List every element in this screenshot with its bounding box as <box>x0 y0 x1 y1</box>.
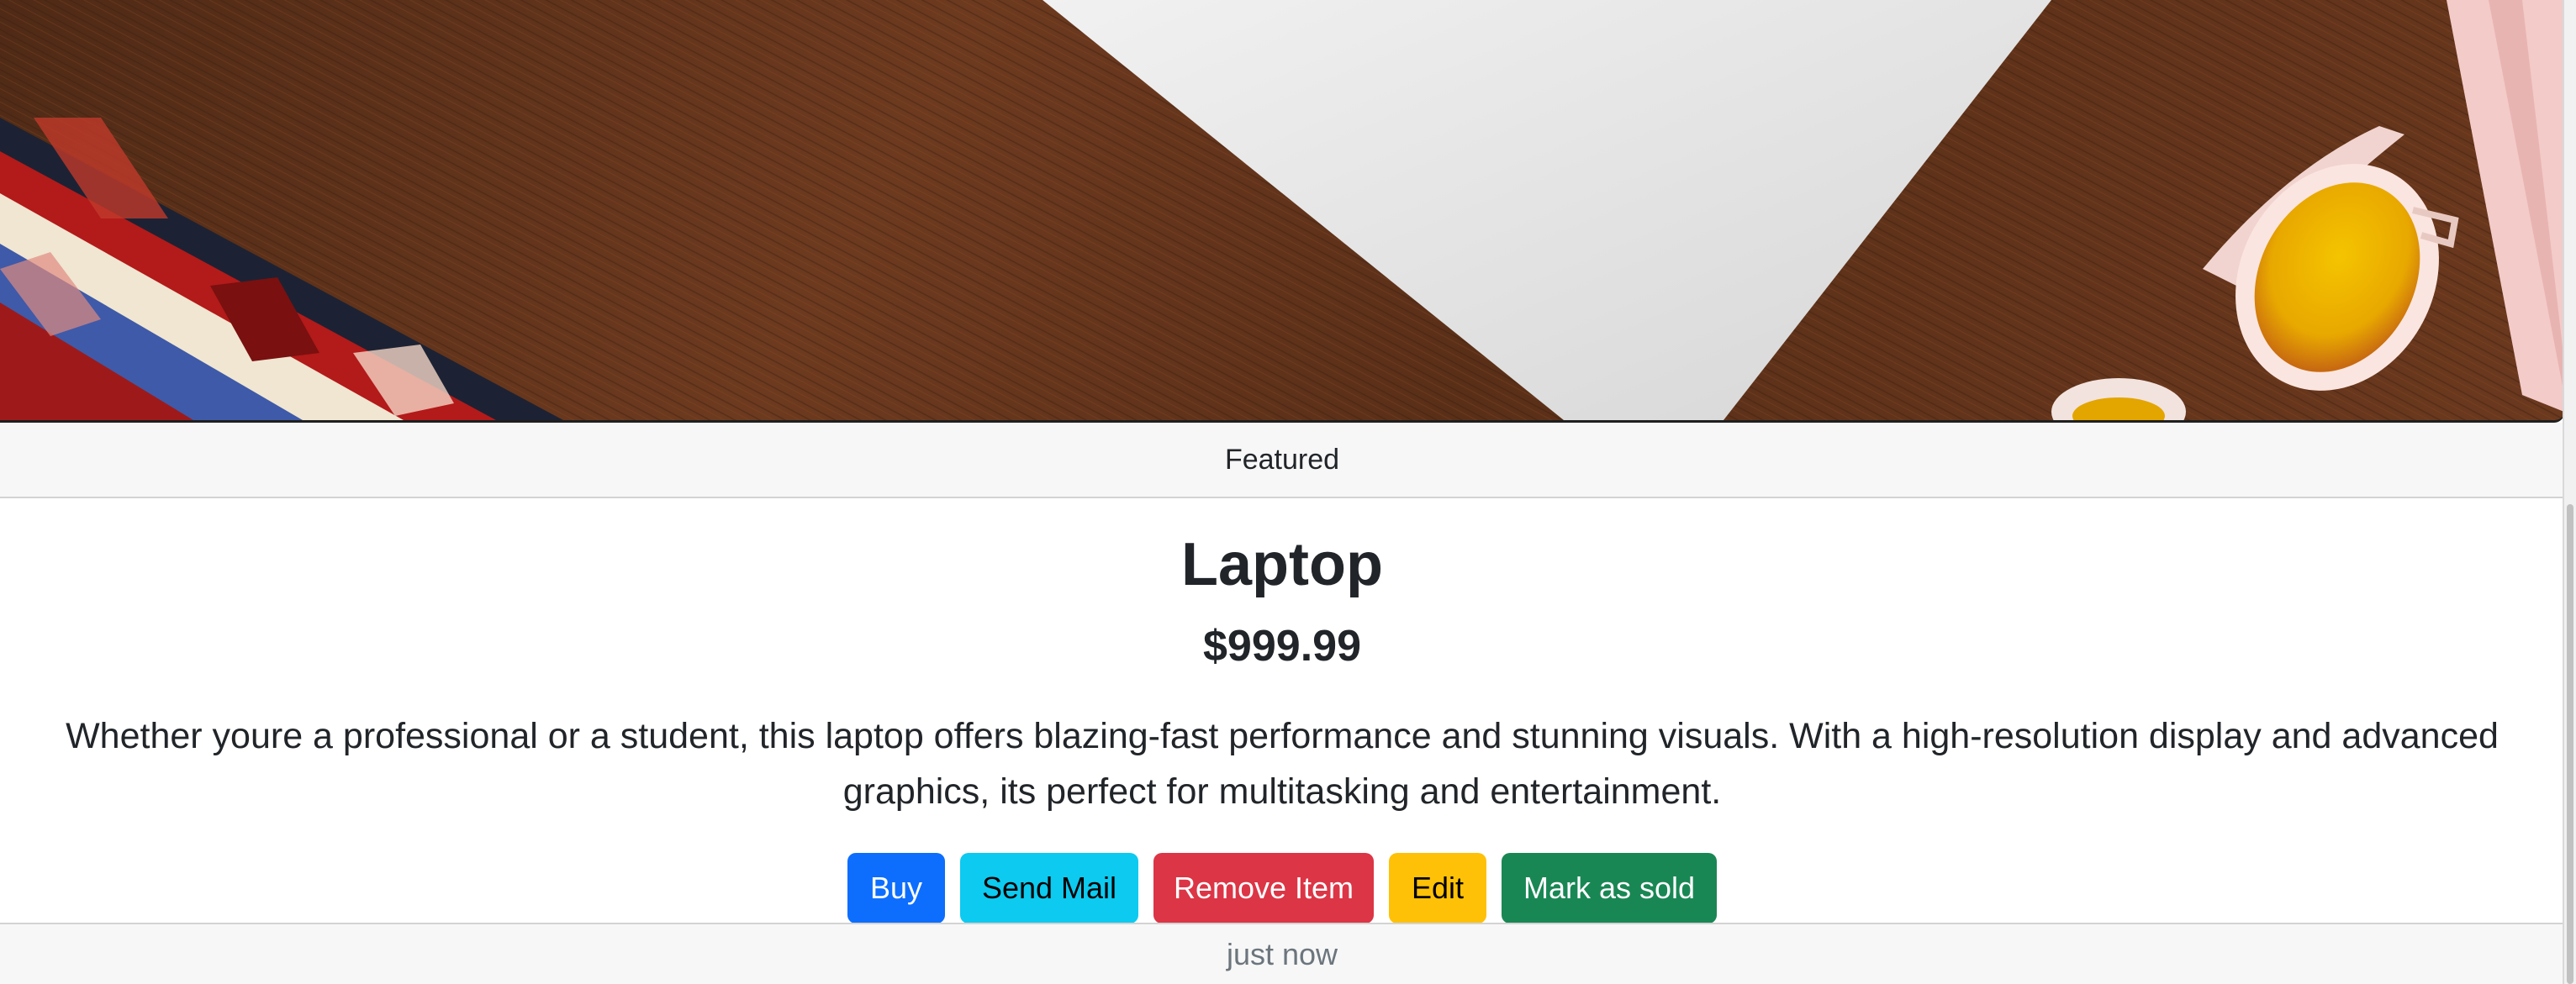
card-footer-timestamp: just now <box>0 923 2563 984</box>
action-buttons: Buy Send Mail Remove Item Edit Mark as s… <box>0 853 2563 923</box>
edit-button[interactable]: Edit <box>1389 853 1486 923</box>
mark-as-sold-button[interactable]: Mark as sold <box>1502 853 1717 923</box>
send-mail-button[interactable]: Send Mail <box>960 853 1138 923</box>
remove-item-button[interactable]: Remove Item <box>1153 853 1374 923</box>
buy-button[interactable]: Buy <box>847 853 945 923</box>
product-description: Whether youre a professional or a studen… <box>66 716 2499 812</box>
product-title: Laptop <box>1181 531 1383 598</box>
product-price: $999.99 <box>1203 622 1361 671</box>
product-image <box>0 0 2563 423</box>
product-card: Featured Laptop $999.99 Whether youre a … <box>0 0 2564 984</box>
card-header: Featured <box>0 423 2563 498</box>
card-body: Laptop $999.99 Whether youre a professio… <box>0 497 2563 923</box>
vertical-scrollbar[interactable] <box>2564 0 2576 984</box>
scrollbar-thumb[interactable] <box>2567 504 2573 984</box>
